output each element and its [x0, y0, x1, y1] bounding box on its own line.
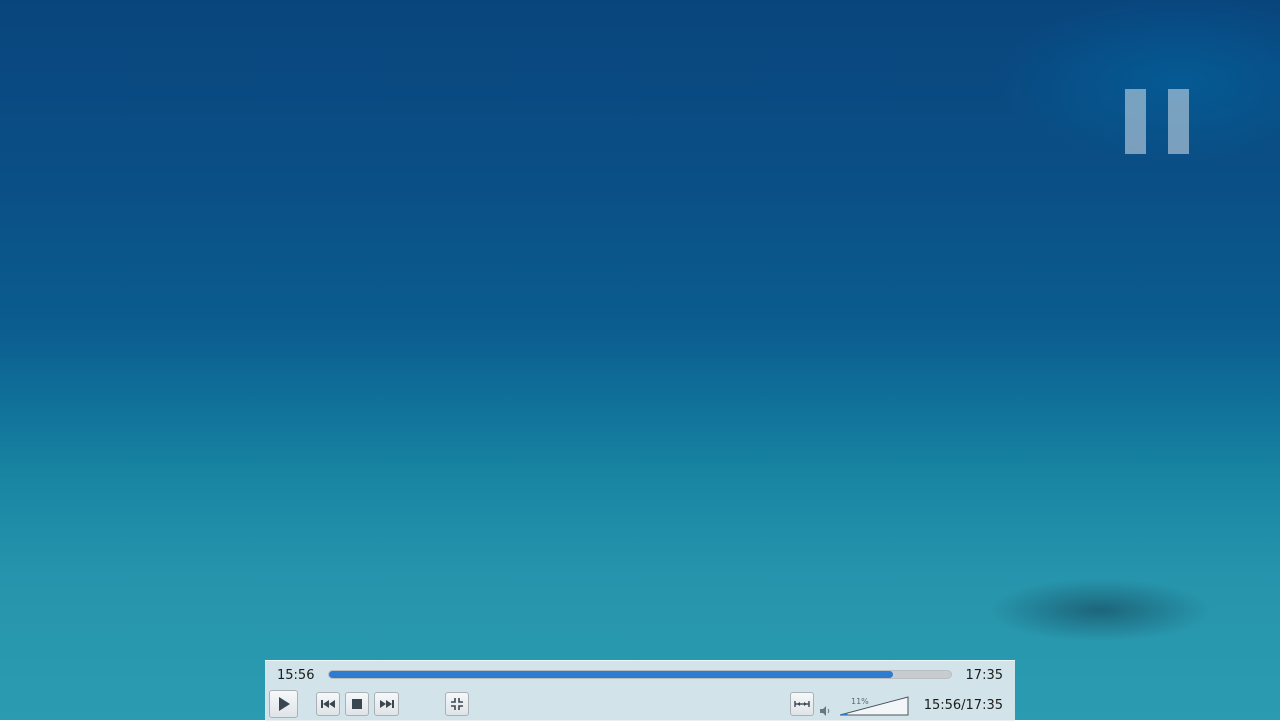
extended-settings-button[interactable]: [790, 692, 814, 716]
volume-slider[interactable]: [838, 695, 910, 717]
pause-overlay-icon: [1125, 89, 1189, 154]
stop-icon: [352, 699, 362, 709]
play-icon: [278, 697, 290, 711]
seek-progress-fill: [329, 671, 894, 678]
total-time: 17:35: [965, 668, 1003, 683]
speaker-icon[interactable]: [819, 705, 831, 717]
pause-bar-left: [1125, 89, 1146, 154]
play-button[interactable]: [269, 690, 298, 718]
skip-next-icon: [379, 700, 394, 708]
pause-bar-right: [1168, 89, 1189, 154]
video-frame[interactable]: [0, 0, 1280, 720]
next-button[interactable]: [374, 692, 399, 716]
skip-previous-icon: [321, 700, 335, 708]
elapsed-time: 15:56: [277, 668, 315, 683]
volume-level-fill: [840, 713, 848, 715]
time-readout: 15:56/17:35: [923, 698, 1003, 713]
fullscreen-exit-icon: [451, 698, 463, 710]
stop-button[interactable]: [345, 692, 369, 716]
seek-slider[interactable]: [328, 670, 952, 679]
extended-settings-icon: [794, 701, 810, 707]
previous-button[interactable]: [316, 692, 340, 716]
fullscreen-button[interactable]: [445, 692, 469, 716]
fullscreen-controller: 15:56 17:35 11% 15:56/17:35: [265, 660, 1015, 721]
